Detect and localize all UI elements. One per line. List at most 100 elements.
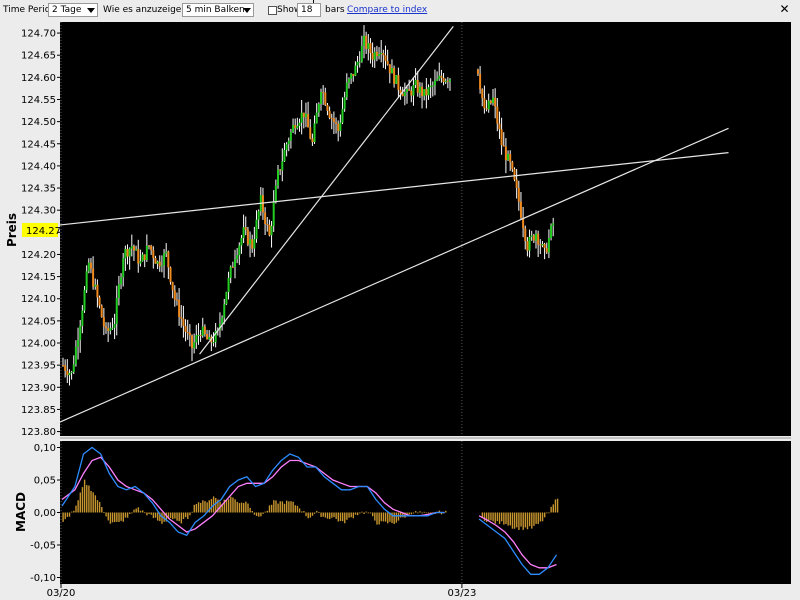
histogram-bar <box>423 511 425 513</box>
histogram-bar <box>264 511 266 513</box>
price-bar-down <box>126 249 129 257</box>
price-bar-down <box>244 227 247 230</box>
price-bar-up <box>403 91 406 97</box>
price-bar-up <box>74 346 77 365</box>
price-bar-down <box>154 258 157 264</box>
histogram-bar <box>348 512 350 518</box>
price-bar-down <box>388 64 391 74</box>
histogram-bar <box>369 512 372 514</box>
histogram-bar <box>94 495 97 513</box>
price-bar-down <box>180 317 183 319</box>
histogram-bar <box>187 512 189 519</box>
price-bar-down <box>335 122 338 124</box>
price-bar-down <box>96 284 99 298</box>
histogram-bar <box>290 501 292 513</box>
price-bar-down <box>509 153 512 163</box>
price-bar-up <box>347 78 350 83</box>
histogram-bar <box>376 512 378 525</box>
histogram-bar <box>483 512 486 521</box>
price-bar-up <box>444 80 447 83</box>
histogram-bar <box>283 503 286 513</box>
price-tick-label: 123.90 <box>21 383 56 394</box>
price-bar-up <box>227 277 230 293</box>
price-bar-up <box>390 68 393 74</box>
price-bar-down <box>382 52 385 56</box>
price-bar-down <box>384 55 387 61</box>
histogram-bar <box>522 512 524 530</box>
price-bar-up <box>249 239 252 245</box>
histogram-bar <box>202 500 204 513</box>
price-bar-up <box>535 233 537 241</box>
price-bar-down <box>231 266 234 268</box>
price-bar-down <box>132 246 135 251</box>
macd-tick-label: 0,10 <box>34 443 56 454</box>
price-bar-down <box>440 75 443 78</box>
macd-tick-label: 0,05 <box>34 476 56 487</box>
price-bar-up <box>257 211 260 220</box>
histogram-bar <box>92 492 94 513</box>
histogram-bar <box>341 512 344 522</box>
histogram-bar <box>96 500 99 513</box>
histogram-bar <box>292 501 294 513</box>
price-bar-down <box>371 53 374 60</box>
histogram-bar <box>548 512 550 514</box>
price-bar-down <box>279 169 282 171</box>
histogram-bar <box>309 512 312 518</box>
histogram-bar <box>195 503 198 513</box>
price-bar-up <box>68 372 71 376</box>
histogram-bar <box>66 512 69 517</box>
histogram-bar <box>273 500 275 513</box>
histogram-bar <box>535 512 537 524</box>
price-bar-down <box>494 97 497 107</box>
macd-axis-title: MACD <box>14 492 28 532</box>
price-bar-down <box>401 93 404 97</box>
histogram-bar <box>374 512 376 521</box>
histogram-bar <box>344 512 346 524</box>
histogram-bar <box>365 511 367 513</box>
x-tick-label: 03/23 <box>447 588 476 599</box>
price-bar-up <box>492 97 494 104</box>
histogram-bar <box>193 504 195 513</box>
price-bar-up <box>281 161 284 171</box>
price-bar-up <box>356 61 359 66</box>
price-bar-up <box>431 85 434 87</box>
price-bar-up <box>358 61 361 63</box>
price-bar-up <box>229 266 232 278</box>
price-bar-up <box>300 112 303 123</box>
histogram-bar <box>118 512 120 522</box>
price-bar-down <box>206 334 209 340</box>
price-bar-down <box>408 89 411 91</box>
histogram-bar <box>417 512 419 514</box>
price-bar-down <box>532 235 535 241</box>
price-bar-down <box>92 268 95 287</box>
histogram-bar <box>249 507 251 513</box>
histogram-bar <box>240 502 243 513</box>
histogram-bar <box>335 512 337 519</box>
price-bar-down <box>539 244 542 246</box>
histogram-bar <box>281 501 284 513</box>
histogram-bar <box>425 512 428 514</box>
histogram-bar <box>410 512 413 515</box>
price-bar-up <box>487 100 490 110</box>
price-bar-up <box>272 202 275 227</box>
price-bar-down <box>107 328 110 331</box>
price-bar-down <box>266 224 269 226</box>
price-bar-up <box>292 125 295 132</box>
histogram-bar <box>541 512 544 522</box>
price-bar-down <box>352 73 355 76</box>
price-tick-label: 124.15 <box>21 272 56 283</box>
histogram-bar <box>546 512 548 514</box>
price-bar-down <box>425 89 428 96</box>
price-bar-down <box>543 243 546 249</box>
price-bar-up <box>304 113 307 118</box>
price-bar-down <box>476 69 479 74</box>
histogram-bar <box>513 512 516 529</box>
price-bar-up <box>274 185 277 203</box>
histogram-bar <box>141 510 144 513</box>
price-bar-up <box>418 86 421 93</box>
histogram-bar <box>62 512 64 522</box>
histogram-bar <box>176 512 178 521</box>
price-bar-down <box>178 299 181 318</box>
price-bar-down <box>98 297 101 306</box>
histogram-bar <box>511 512 514 529</box>
